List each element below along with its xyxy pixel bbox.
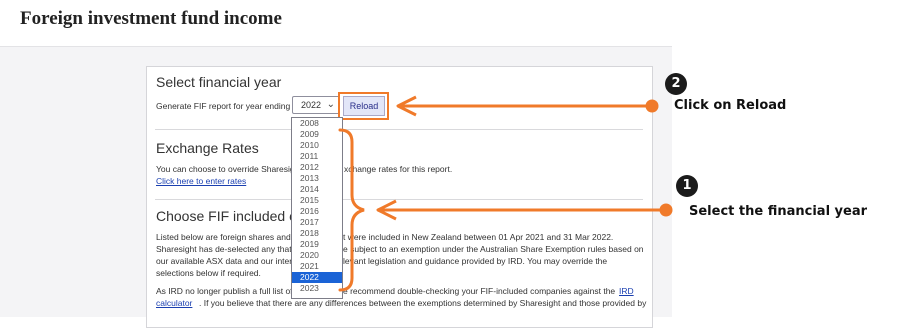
step-1-label: Select the financial year (689, 204, 868, 219)
step-2-label: Click on Reload (674, 98, 787, 113)
reload-arrow (396, 95, 659, 117)
annotation-overlay (338, 95, 673, 292)
step-1-badge: 1 (676, 175, 698, 197)
step-2-badge: 2 (665, 73, 687, 95)
dropdown-brace (338, 128, 365, 292)
year-arrow (376, 199, 673, 221)
